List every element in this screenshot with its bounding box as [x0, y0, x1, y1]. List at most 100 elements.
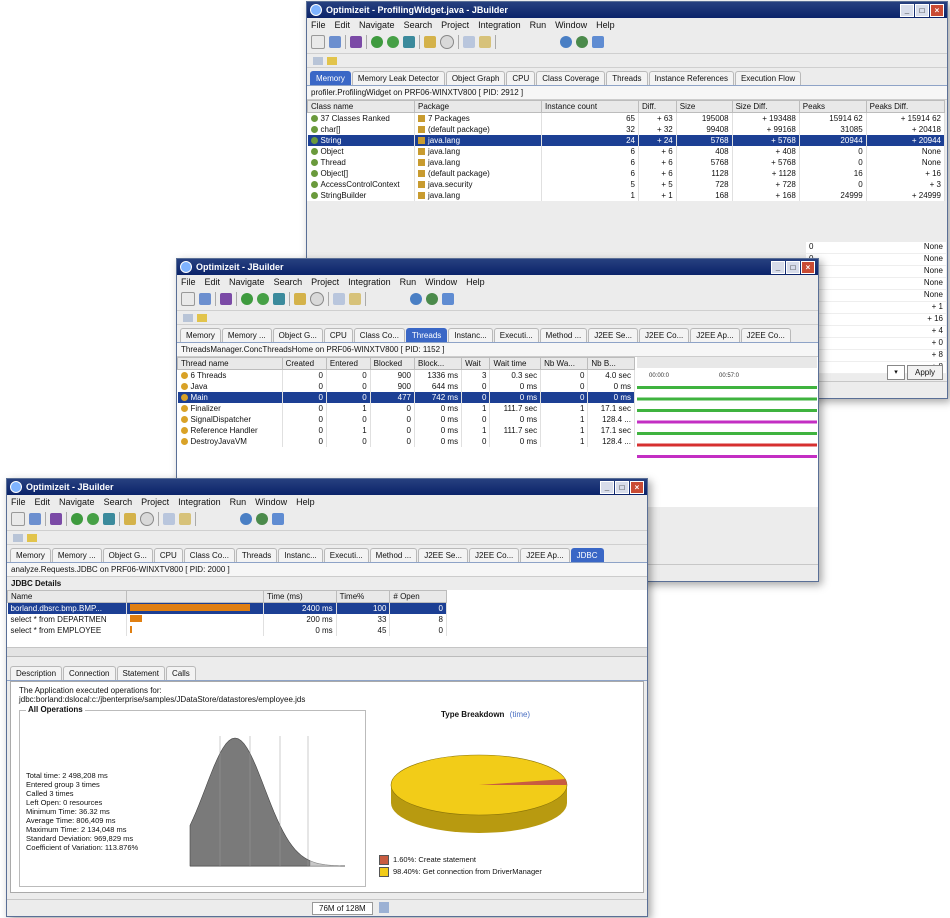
- monitor-icon[interactable]: [272, 513, 284, 525]
- column-header[interactable]: Nb Wa...: [540, 357, 589, 370]
- col-package[interactable]: Package: [414, 100, 542, 113]
- folder-icon[interactable]: [124, 513, 136, 525]
- back-icon[interactable]: [313, 56, 323, 65]
- paste-icon[interactable]: [349, 293, 361, 305]
- paste-icon[interactable]: [179, 513, 191, 525]
- hierarchy-icon[interactable]: [220, 293, 232, 305]
- menu-edit[interactable]: Edit: [205, 277, 221, 287]
- minimize-button[interactable]: _: [900, 4, 914, 17]
- back-icon[interactable]: [13, 533, 23, 542]
- col-name[interactable]: Name: [7, 590, 127, 603]
- maximize-button[interactable]: □: [786, 261, 800, 274]
- col-time-ms[interactable]: Time (ms): [263, 590, 337, 603]
- menu-project[interactable]: Project: [311, 277, 339, 287]
- monitor-icon[interactable]: [442, 293, 454, 305]
- maximize-button[interactable]: □: [615, 481, 629, 494]
- paste-icon[interactable]: [479, 36, 491, 48]
- forward-icon[interactable]: [327, 56, 337, 65]
- tab-calls[interactable]: Calls: [165, 666, 196, 680]
- search-icon[interactable]: [310, 292, 324, 306]
- tab-threads[interactable]: Threads: [235, 548, 278, 562]
- thread-row[interactable]: Finalizer 0 1 0 0 ms 1 111.7 sec 1 17.1 sec: [177, 403, 635, 414]
- menu-help[interactable]: Help: [466, 277, 485, 287]
- copy-icon[interactable]: [463, 36, 475, 48]
- menu-integration[interactable]: Integration: [478, 20, 521, 30]
- minimize-button[interactable]: _: [771, 261, 785, 274]
- run-icon[interactable]: [241, 293, 253, 305]
- tab-cpu[interactable]: CPU: [506, 71, 536, 85]
- tab-instanc[interactable]: Instanc...: [278, 548, 323, 562]
- save-icon[interactable]: [29, 513, 41, 525]
- debug-icon[interactable]: [87, 513, 99, 525]
- menu-file[interactable]: File: [181, 277, 196, 287]
- menu-help[interactable]: Help: [296, 497, 315, 507]
- tab-memory-leak-detector[interactable]: Memory Leak Detector: [351, 71, 445, 85]
- tab-j2ee-ap[interactable]: J2EE Ap...: [690, 328, 740, 342]
- menu-navigate[interactable]: Navigate: [359, 20, 395, 30]
- gear-icon[interactable]: [426, 293, 438, 305]
- column-header[interactable]: Wait time: [489, 357, 542, 370]
- col-open[interactable]: # Open: [389, 590, 447, 603]
- table-row[interactable]: 37 Classes Ranked 7 Packages 65 + 63 195008 +…: [307, 112, 946, 124]
- tab-threads[interactable]: Threads: [606, 71, 648, 85]
- tab-method[interactable]: Method ...: [539, 328, 588, 342]
- column-header[interactable]: Entered: [325, 357, 371, 370]
- tab-jdbc[interactable]: JDBC: [570, 548, 604, 562]
- folder-icon[interactable]: [294, 293, 306, 305]
- menu-help[interactable]: Help: [596, 20, 615, 30]
- table-row[interactable]: AccessControlContext java.security 5 + 5 728…: [307, 179, 946, 190]
- col-size[interactable]: Size: [675, 100, 733, 113]
- menu-edit[interactable]: Edit: [335, 20, 351, 30]
- menu-file[interactable]: File: [311, 20, 326, 30]
- camera-icon[interactable]: [410, 293, 422, 305]
- col-size-diff[interactable]: Size Diff.: [731, 100, 800, 113]
- menu-window[interactable]: Window: [255, 497, 287, 507]
- tab-object-g[interactable]: Object G...: [272, 328, 323, 342]
- column-header[interactable]: Created: [281, 357, 327, 370]
- tab-description[interactable]: Description: [10, 666, 63, 680]
- tab-memory[interactable]: Memory ...: [221, 328, 272, 342]
- debug-icon[interactable]: [387, 36, 399, 48]
- column-header[interactable]: Thread name: [177, 357, 283, 370]
- thread-row[interactable]: Reference Handler 0 1 0 0 ms 1 111.7 sec 1 17.1 …: [177, 425, 635, 436]
- table-row[interactable]: char[] (default package) 32 + 32 99408 + 9916…: [307, 124, 946, 135]
- tab-object-graph[interactable]: Object Graph: [445, 71, 506, 85]
- tab-memory[interactable]: Memory: [310, 71, 351, 85]
- run-icon[interactable]: [371, 36, 383, 48]
- tab-method[interactable]: Method ...: [369, 548, 418, 562]
- tab-j2ee-ap[interactable]: J2EE Ap...: [520, 548, 570, 562]
- search-icon[interactable]: [440, 35, 454, 49]
- thread-row[interactable]: SignalDispatcher 0 0 0 0 ms 0 0 ms 1 128.4 ...: [177, 414, 635, 425]
- menu-edit[interactable]: Edit: [35, 497, 51, 507]
- search-icon[interactable]: [140, 512, 154, 526]
- tab-cpu[interactable]: CPU: [323, 328, 353, 342]
- forward-icon[interactable]: [197, 313, 207, 322]
- save-icon[interactable]: [199, 293, 211, 305]
- tab-memory[interactable]: Memory: [10, 548, 51, 562]
- copy-icon[interactable]: [333, 293, 345, 305]
- tab-j2ee-se[interactable]: J2EE Se...: [588, 328, 639, 342]
- thread-row[interactable]: Main 0 0 477 742 ms 0 0 ms 0 0 ms: [177, 392, 635, 403]
- tab-class-coverage[interactable]: Class Coverage: [536, 71, 606, 85]
- tab-instanc[interactable]: Instanc...: [448, 328, 493, 342]
- tab-j2ee-co[interactable]: J2EE Co...: [469, 548, 520, 562]
- memory-indicator[interactable]: 76M of 128M: [312, 902, 373, 915]
- table-row[interactable]: String java.lang 24 + 24 5768 + 5768 20944 + 20…: [307, 135, 946, 146]
- tab-executi[interactable]: Executi...: [493, 328, 539, 342]
- tab-j2ee-co[interactable]: J2EE Co...: [639, 328, 690, 342]
- tab-connection[interactable]: Connection: [63, 666, 116, 680]
- save-icon[interactable]: [329, 36, 341, 48]
- filter-combo[interactable]: ▾: [887, 365, 905, 380]
- new-icon[interactable]: [311, 35, 325, 49]
- menu-run[interactable]: Run: [400, 277, 417, 287]
- menu-window[interactable]: Window: [425, 277, 457, 287]
- gear-icon[interactable]: [576, 36, 588, 48]
- thread-row[interactable]: 6 Threads 0 0 900 1336 ms 3 0.3 sec 0 4.0 sec: [177, 369, 635, 381]
- close-button[interactable]: ×: [630, 481, 644, 494]
- jdbc-row[interactable]: borland.dbsrc.bmp.BMP... 2400 ms 100 0: [7, 602, 447, 614]
- col-class-name[interactable]: Class name: [307, 100, 415, 113]
- menu-navigate[interactable]: Navigate: [229, 277, 265, 287]
- tab-execution-flow[interactable]: Execution Flow: [734, 71, 802, 85]
- col-diff[interactable]: Diff.: [638, 100, 677, 113]
- profile-icon[interactable]: [403, 36, 415, 48]
